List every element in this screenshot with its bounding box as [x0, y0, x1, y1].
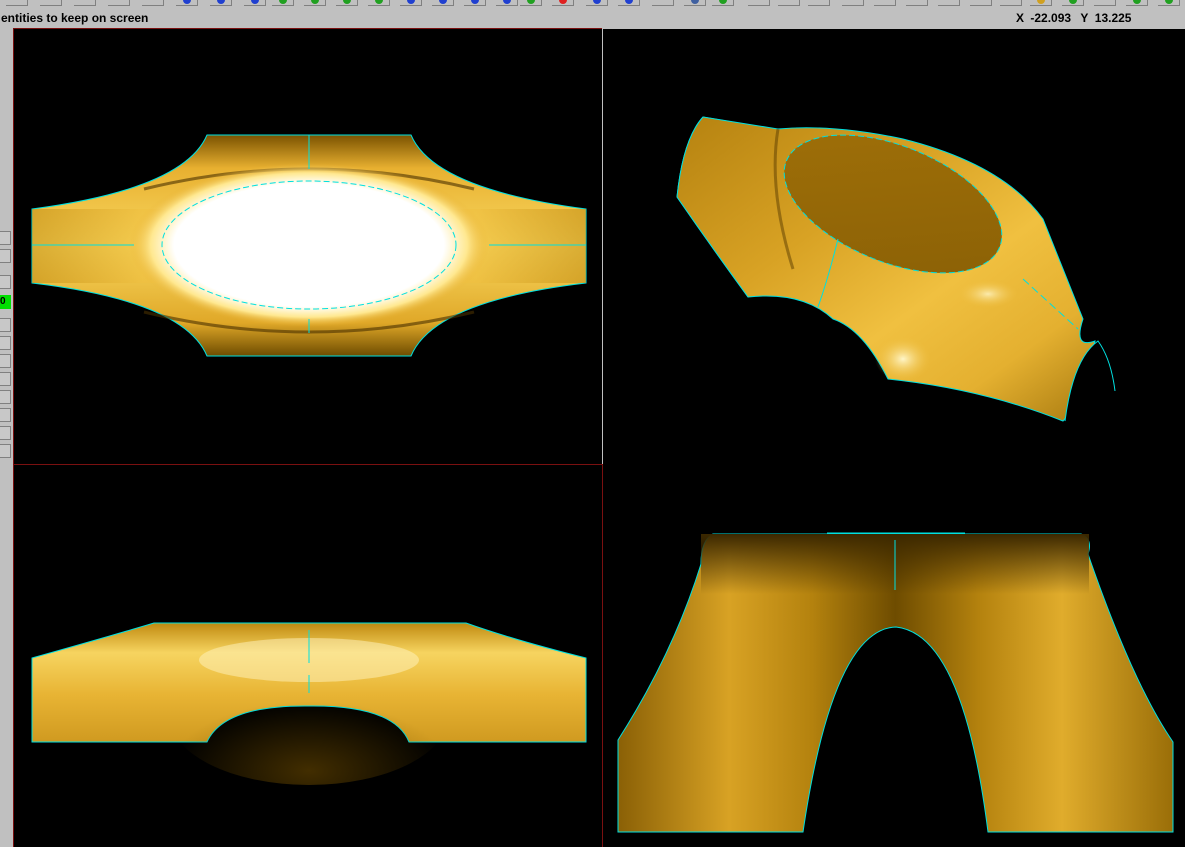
prompt-text: entities to keep on screen: [1, 11, 149, 25]
side-view[interactable]: [602, 464, 1185, 847]
side-panel-button[interactable]: [0, 426, 11, 440]
side-view-canvas: [617, 532, 1174, 833]
side-panel-button[interactable]: [0, 390, 11, 404]
top-view-canvas: [31, 134, 587, 357]
side-panel-button[interactable]: [0, 408, 11, 422]
side-panel-button[interactable]: [0, 444, 11, 458]
side-panel-button[interactable]: [0, 354, 11, 368]
coord-y-label: Y: [1080, 11, 1089, 25]
side-panel-button[interactable]: [0, 336, 11, 350]
side-panel-button[interactable]: [0, 249, 11, 263]
top-view[interactable]: [13, 28, 603, 465]
coord-y-value: 13.225: [1094, 11, 1132, 25]
coord-x-label: X: [1016, 11, 1025, 25]
status-bar: entities to keep on screen X -22.093 Y 1…: [0, 6, 1185, 28]
side-panel-button[interactable]: [0, 275, 11, 289]
side-panel-button[interactable]: [0, 372, 11, 386]
iso-view-highlight: [958, 280, 1018, 308]
front-view[interactable]: [13, 464, 603, 847]
side-panel: 0: [0, 28, 13, 847]
front-view-canvas: [31, 622, 587, 785]
top-view-highlight: [129, 163, 489, 327]
coord-x-value: -22.093: [1030, 11, 1072, 25]
coordinate-readout: X -22.093 Y 13.225: [1016, 11, 1131, 25]
iso-view-highlight: [875, 337, 931, 381]
active-field[interactable]: 0: [0, 295, 11, 309]
isometric-view[interactable]: [602, 28, 1185, 465]
isometric-view-canvas: [676, 116, 1116, 422]
side-panel-button[interactable]: [0, 318, 11, 332]
side-panel-button[interactable]: [0, 231, 11, 245]
